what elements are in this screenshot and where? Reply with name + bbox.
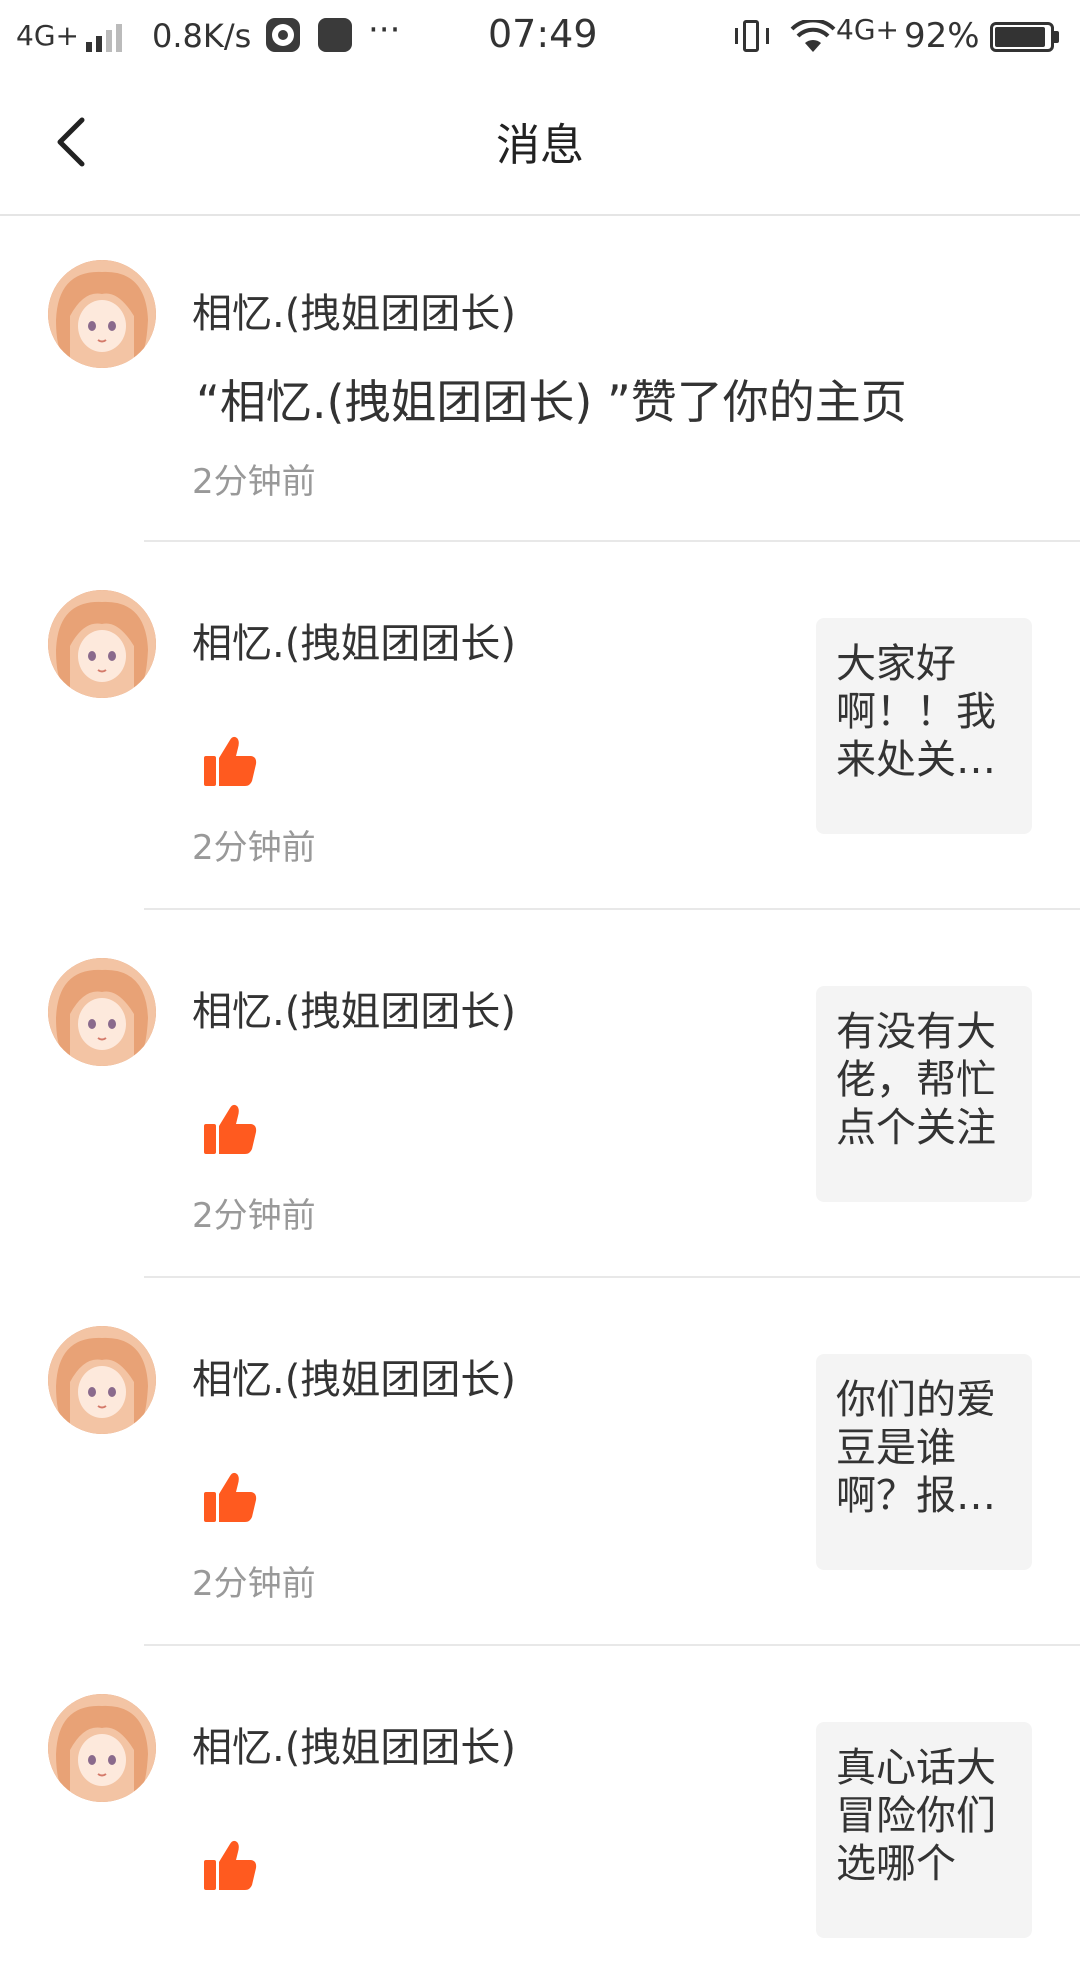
thumbs-up-icon [204,736,257,786]
avatar[interactable] [48,1326,156,1434]
user-name[interactable]: 相忆.(拽姐团团长) [192,1354,516,1406]
post-preview-text: 真心话大冒险你们选哪个 [836,1745,996,1887]
user-name[interactable]: 相忆.(拽姐团团长) [192,1722,516,1774]
header: 消息 [0,76,1080,216]
timestamp: 2分钟前 [192,828,316,868]
message-text: “相忆.(拽姐团团长) ”赞了你的主页 [196,375,907,429]
list-item[interactable]: 相忆.(拽姐团团长) 真心话大冒险你们选哪个 [0,1646,1080,1976]
signal-icon [86,22,130,52]
post-preview-text: 大家好啊！！我来处关注的，互关 [836,641,996,783]
post-preview-text: 你们的爱豆是谁啊？报上名来 [836,1377,996,1519]
status-bar: 4G+ 0.8K/s ··· 07:49 4G+ 92% [0,0,1080,76]
network-type-secondary: 4G+ [836,13,899,46]
page-title: 消息 [496,120,584,171]
post-preview[interactable]: 大家好啊！！我来处关注的，互关 [816,618,1032,834]
post-preview-text: 有没有大佬，帮忙点个关注 [836,1009,996,1151]
thumbs-up-icon [204,1104,257,1154]
thumbs-up-icon [204,1840,257,1890]
message-list: 相忆.(拽姐团团长) “相忆.(拽姐团团长) ”赞了你的主页 2分钟前 相忆.(… [0,216,1080,1976]
vibrate-icon [733,20,771,54]
post-preview[interactable]: 有没有大佬，帮忙点个关注 [816,986,1032,1202]
avatar[interactable] [48,260,156,368]
more-notifications-icon: ··· [368,10,401,50]
thumbs-up-icon [204,1472,257,1522]
avatar[interactable] [48,958,156,1066]
battery-icon [990,22,1060,52]
user-name[interactable]: 相忆.(拽姐团团长) [192,618,516,670]
list-item[interactable]: 相忆.(拽姐团团长) “相忆.(拽姐团团长) ”赞了你的主页 2分钟前 [0,216,1080,542]
list-item[interactable]: 相忆.(拽姐团团长) 2分钟前 有没有大佬，帮忙点个关注 [0,910,1080,1278]
list-item[interactable]: 相忆.(拽姐团团长) 2分钟前 你们的爱豆是谁啊？报上名来 [0,1278,1080,1646]
avatar[interactable] [48,590,156,698]
post-preview[interactable]: 真心话大冒险你们选哪个 [816,1722,1032,1938]
music-app-icon [266,18,300,52]
user-name[interactable]: 相忆.(拽姐团团长) [192,986,516,1038]
network-speed: 0.8K/s [152,17,252,55]
post-preview[interactable]: 你们的爱豆是谁啊？报上名来 [816,1354,1032,1570]
avatar[interactable] [48,1694,156,1802]
app-notification-icon [318,18,352,52]
list-item[interactable]: 相忆.(拽姐团团长) 2分钟前 大家好啊！！我来处关注的，互关 [0,542,1080,910]
network-type: 4G+ [16,19,79,52]
timestamp: 2分钟前 [192,462,316,502]
battery-percent: 92% [904,16,980,56]
timestamp: 2分钟前 [192,1196,316,1236]
wifi-icon [790,18,836,54]
clock: 07:49 [488,12,598,56]
timestamp: 2分钟前 [192,1564,316,1604]
user-name[interactable]: 相忆.(拽姐团团长) [192,288,516,340]
